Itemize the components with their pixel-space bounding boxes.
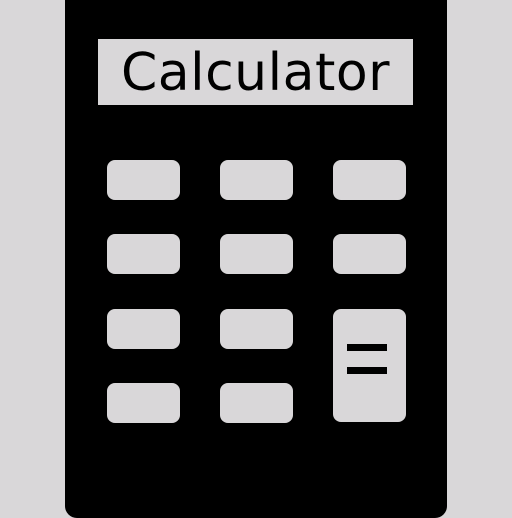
calculator-key — [220, 160, 293, 200]
equals-icon — [347, 344, 387, 374]
calculator-key — [107, 160, 180, 200]
calculator-key — [107, 234, 180, 274]
equals-key — [333, 309, 406, 422]
calculator-display: Calculator — [98, 39, 413, 105]
calculator-key — [107, 383, 180, 423]
calculator-key — [220, 309, 293, 349]
calculator-key — [333, 160, 406, 200]
calculator-key — [333, 234, 406, 274]
calculator-key — [220, 383, 293, 423]
calculator-key — [220, 234, 293, 274]
calculator-key — [107, 309, 180, 349]
